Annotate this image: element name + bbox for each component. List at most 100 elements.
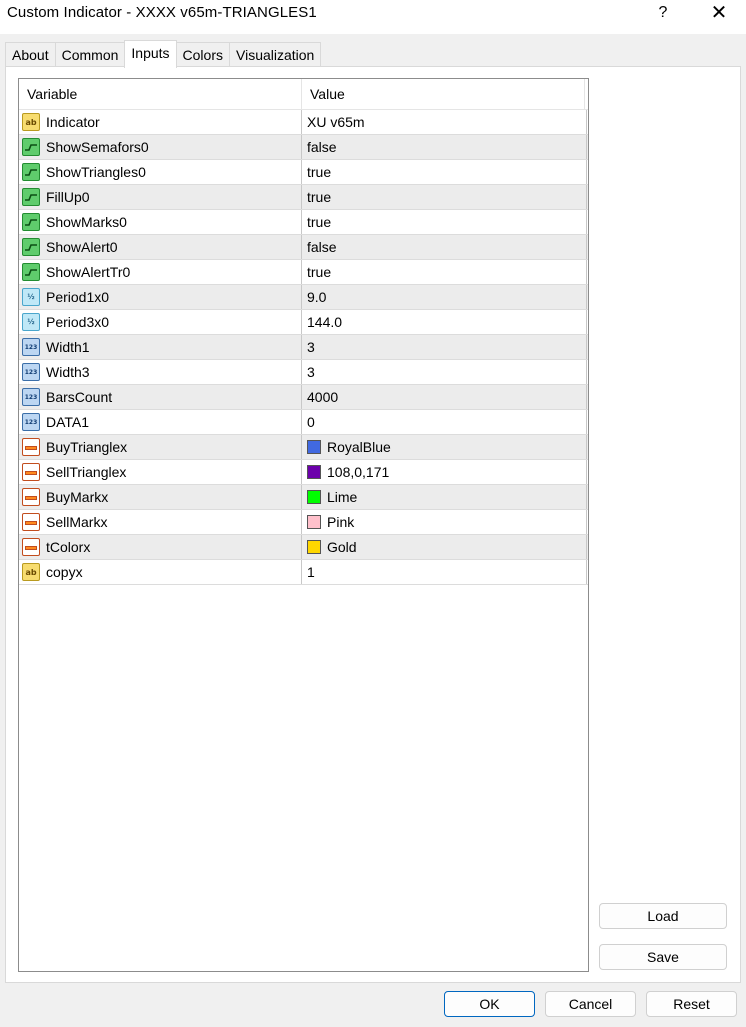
value-cell[interactable]: true (302, 185, 587, 209)
table-row[interactable]: 123 BarsCount 4000 (19, 385, 588, 410)
value-text: 1 (307, 564, 315, 580)
value-cell[interactable]: Lime (302, 485, 587, 509)
tab-colors[interactable]: Colors (175, 42, 230, 67)
value-cell[interactable]: true (302, 210, 587, 234)
tab-common[interactable]: Common (54, 42, 126, 67)
table-row[interactable]: ½ Period3x0 144.0 (19, 310, 588, 335)
value-text: 9.0 (307, 289, 327, 305)
value-cell[interactable]: 108,0,171 (302, 460, 587, 484)
table-row[interactable]: 123 DATA1 0 (19, 410, 588, 435)
table-row[interactable]: ab copyx 1 (19, 560, 588, 585)
value-text: 4000 (307, 389, 339, 405)
tab-about[interactable]: About (5, 42, 56, 67)
table-row[interactable]: ShowAlertTr0 true (19, 260, 588, 285)
table-row[interactable]: tColorx Gold (19, 535, 588, 560)
variable-name: Period1x0 (46, 289, 110, 305)
string-type-icon: ab (22, 563, 40, 581)
color-swatch (307, 465, 321, 479)
value-cell[interactable]: 144.0 (302, 310, 587, 334)
variable-cell: ab copyx (19, 560, 302, 584)
value-text: RoyalBlue (327, 439, 391, 455)
save-button[interactable]: Save (599, 944, 727, 970)
value-cell[interactable]: 3 (302, 335, 587, 359)
variable-name: FillUp0 (46, 189, 90, 205)
value-cell[interactable]: 3 (302, 360, 587, 384)
value-cell[interactable]: 9.0 (302, 285, 587, 309)
value-cell[interactable]: true (302, 260, 587, 284)
value-cell[interactable]: RoyalBlue (302, 435, 587, 459)
variable-name: BuyMarkx (46, 489, 109, 505)
color-swatch (307, 515, 321, 529)
variable-name: ShowSemafors0 (46, 139, 149, 155)
column-header-value[interactable]: Value (302, 79, 585, 109)
value-cell[interactable]: 0 (302, 410, 587, 434)
variable-cell: SellTrianglex (19, 460, 302, 484)
value-text: 3 (307, 364, 315, 380)
variable-cell: BuyTrianglex (19, 435, 302, 459)
value-text: Gold (327, 539, 357, 555)
table-row[interactable]: ShowMarks0 true (19, 210, 588, 235)
variable-cell: ShowSemafors0 (19, 135, 302, 159)
table-row[interactable]: ShowAlert0 false (19, 235, 588, 260)
value-cell[interactable]: false (302, 235, 587, 259)
value-cell[interactable]: Pink (302, 510, 587, 534)
table-row[interactable]: ½ Period1x0 9.0 (19, 285, 588, 310)
value-cell[interactable]: Gold (302, 535, 587, 559)
value-text: false (307, 139, 337, 155)
variable-name: BarsCount (46, 389, 113, 405)
column-header-variable[interactable]: Variable (19, 79, 302, 109)
help-button[interactable]: ? (653, 1, 673, 27)
table-row[interactable]: ShowTriangles0 true (19, 160, 588, 185)
table-row[interactable]: 123 Width1 3 (19, 335, 588, 360)
value-cell[interactable]: true (302, 160, 587, 184)
color-type-icon (22, 488, 40, 506)
reset-button[interactable]: Reset (646, 991, 737, 1017)
table-row[interactable]: 123 Width3 3 (19, 360, 588, 385)
variable-name: SellTrianglex (46, 464, 127, 480)
bool-type-icon (22, 263, 40, 281)
table-row[interactable]: FillUp0 true (19, 185, 588, 210)
double-type-icon: ½ (22, 313, 40, 331)
variable-name: ShowAlertTr0 (46, 264, 131, 280)
variable-name: BuyTrianglex (46, 439, 128, 455)
value-text: 144.0 (307, 314, 343, 330)
color-type-icon (22, 463, 40, 481)
bool-type-icon (22, 138, 40, 156)
variable-cell: ShowAlertTr0 (19, 260, 302, 284)
table-row[interactable]: ShowSemafors0 false (19, 135, 588, 160)
tab-bar: About Common Inputs Colors Visualization (5, 40, 322, 68)
integer-type-icon: 123 (22, 388, 40, 406)
value-cell[interactable]: XU v65m (302, 110, 587, 134)
grid-header: Variable Value (19, 79, 588, 110)
string-type-icon: ab (22, 113, 40, 131)
inputs-grid: Variable Value ab Indicator XU v65m ShowSem… (18, 78, 589, 972)
value-cell[interactable]: 1 (302, 560, 587, 584)
table-row[interactable]: ab Indicator XU v65m (19, 110, 588, 135)
bool-type-icon (22, 163, 40, 181)
value-cell[interactable]: false (302, 135, 587, 159)
cancel-button[interactable]: Cancel (545, 991, 636, 1017)
bool-type-icon (22, 238, 40, 256)
close-button[interactable]: ✕ (706, 1, 732, 27)
value-text: true (307, 214, 332, 230)
value-text: 3 (307, 339, 315, 355)
tab-visualization[interactable]: Visualization (229, 42, 322, 67)
value-text: 108,0,171 (327, 464, 390, 480)
value-cell[interactable]: 4000 (302, 385, 587, 409)
table-row[interactable]: SellMarkx Pink (19, 510, 588, 535)
table-row[interactable]: BuyMarkx Lime (19, 485, 588, 510)
title-bar: Custom Indicator - XXXX v65m-TRIANGLES1 … (0, 0, 746, 34)
variable-cell: 123 BarsCount (19, 385, 302, 409)
value-text: true (307, 264, 332, 280)
variable-name: ShowMarks0 (46, 214, 127, 230)
color-type-icon (22, 538, 40, 556)
grid-rows: ab Indicator XU v65m ShowSemafors0 false Show… (19, 110, 588, 585)
load-button[interactable]: Load (599, 903, 727, 929)
integer-type-icon: 123 (22, 413, 40, 431)
table-row[interactable]: SellTrianglex 108,0,171 (19, 460, 588, 485)
variable-cell: ShowTriangles0 (19, 160, 302, 184)
variable-cell: ab Indicator (19, 110, 302, 134)
ok-button[interactable]: OK (444, 991, 535, 1017)
tab-inputs[interactable]: Inputs (124, 40, 177, 68)
table-row[interactable]: BuyTrianglex RoyalBlue (19, 435, 588, 460)
